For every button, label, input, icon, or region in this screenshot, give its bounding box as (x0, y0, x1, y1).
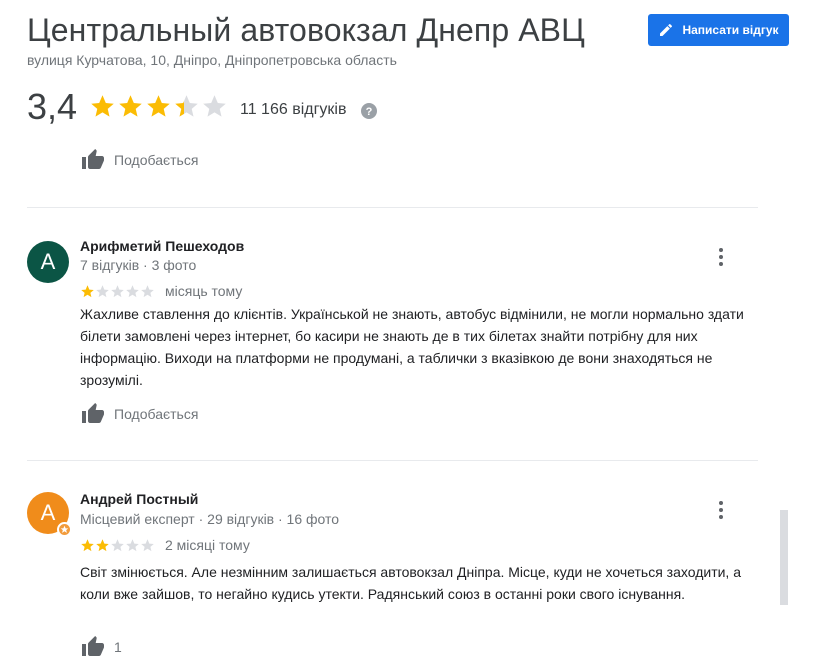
star-icon (96, 538, 109, 551)
pencil-icon (660, 23, 673, 36)
review-stars (80, 284, 155, 299)
like-button[interactable]: Подобається (80, 402, 198, 426)
like-label: Подобається (114, 406, 199, 422)
review-text: Жахливе ставлення до клієнтів. Українськ… (80, 306, 744, 388)
avatar-letter: А (40, 500, 56, 525)
like-count: 1 (114, 639, 122, 655)
star-icon (111, 538, 124, 551)
star-icon (91, 95, 114, 117)
reviewer-avatar[interactable]: А (27, 492, 72, 537)
reviewer-meta: 7 відгуків · 3 фото (80, 257, 197, 273)
star-icon (81, 538, 94, 551)
star-icon (126, 538, 139, 551)
average-rating: 3,4 (27, 86, 78, 127)
reviews-count[interactable]: 11 166 відгуків (240, 101, 346, 119)
reviewer-meta: Місцевий експерт · 29 відгуків · 16 фото (80, 511, 340, 527)
review-date: місяць тому (165, 283, 243, 299)
more-options-button[interactable] (709, 245, 733, 269)
star-icon (203, 95, 226, 117)
reviewer-name[interactable]: Андрей Постный (80, 491, 198, 507)
like-button[interactable]: Подобається (80, 148, 198, 172)
star-icon (141, 284, 154, 297)
average-rating-stars (89, 93, 229, 120)
like-button[interactable]: 1 (80, 635, 122, 659)
review-stars (80, 538, 155, 553)
write-review-button[interactable]: Написати відгук (648, 14, 789, 46)
star-icon (147, 95, 170, 117)
star-icon (175, 95, 198, 117)
star-icon (111, 284, 124, 297)
thumbs-up-icon (82, 149, 104, 169)
help-icon[interactable]: ? (361, 103, 377, 124)
more-options-button[interactable] (709, 498, 733, 522)
thumbs-up-icon (82, 403, 104, 423)
review-date: 2 місяці тому (165, 537, 250, 553)
reviewer-avatar[interactable]: А (27, 241, 69, 283)
avatar-letter: А (40, 249, 56, 274)
write-review-label: Написати відгук (682, 23, 779, 37)
svg-text:?: ? (366, 106, 373, 118)
star-icon (81, 284, 94, 297)
scrollbar[interactable] (780, 510, 788, 605)
place-address: вулиця Курчатова, 10, Дніпро, Дніпропетр… (27, 52, 397, 68)
star-icon (126, 284, 139, 297)
reviewer-name[interactable]: Арифметий Пешеходов (80, 238, 244, 254)
local-guide-badge-icon (57, 522, 72, 537)
review-rating: 2 місяці тому (80, 537, 250, 553)
review-rating: місяць тому (80, 283, 242, 299)
divider (27, 207, 758, 208)
place-title: Центральный автовокзал Днепр АВЦ (27, 12, 585, 48)
star-icon (96, 284, 109, 297)
review-text: Світ змінюється. Але незмінним залишаєть… (80, 564, 741, 602)
star-icon (141, 538, 154, 551)
thumbs-up-icon (82, 636, 104, 656)
like-label: Подобається (114, 152, 199, 168)
star-icon (119, 95, 142, 117)
divider (27, 460, 758, 461)
